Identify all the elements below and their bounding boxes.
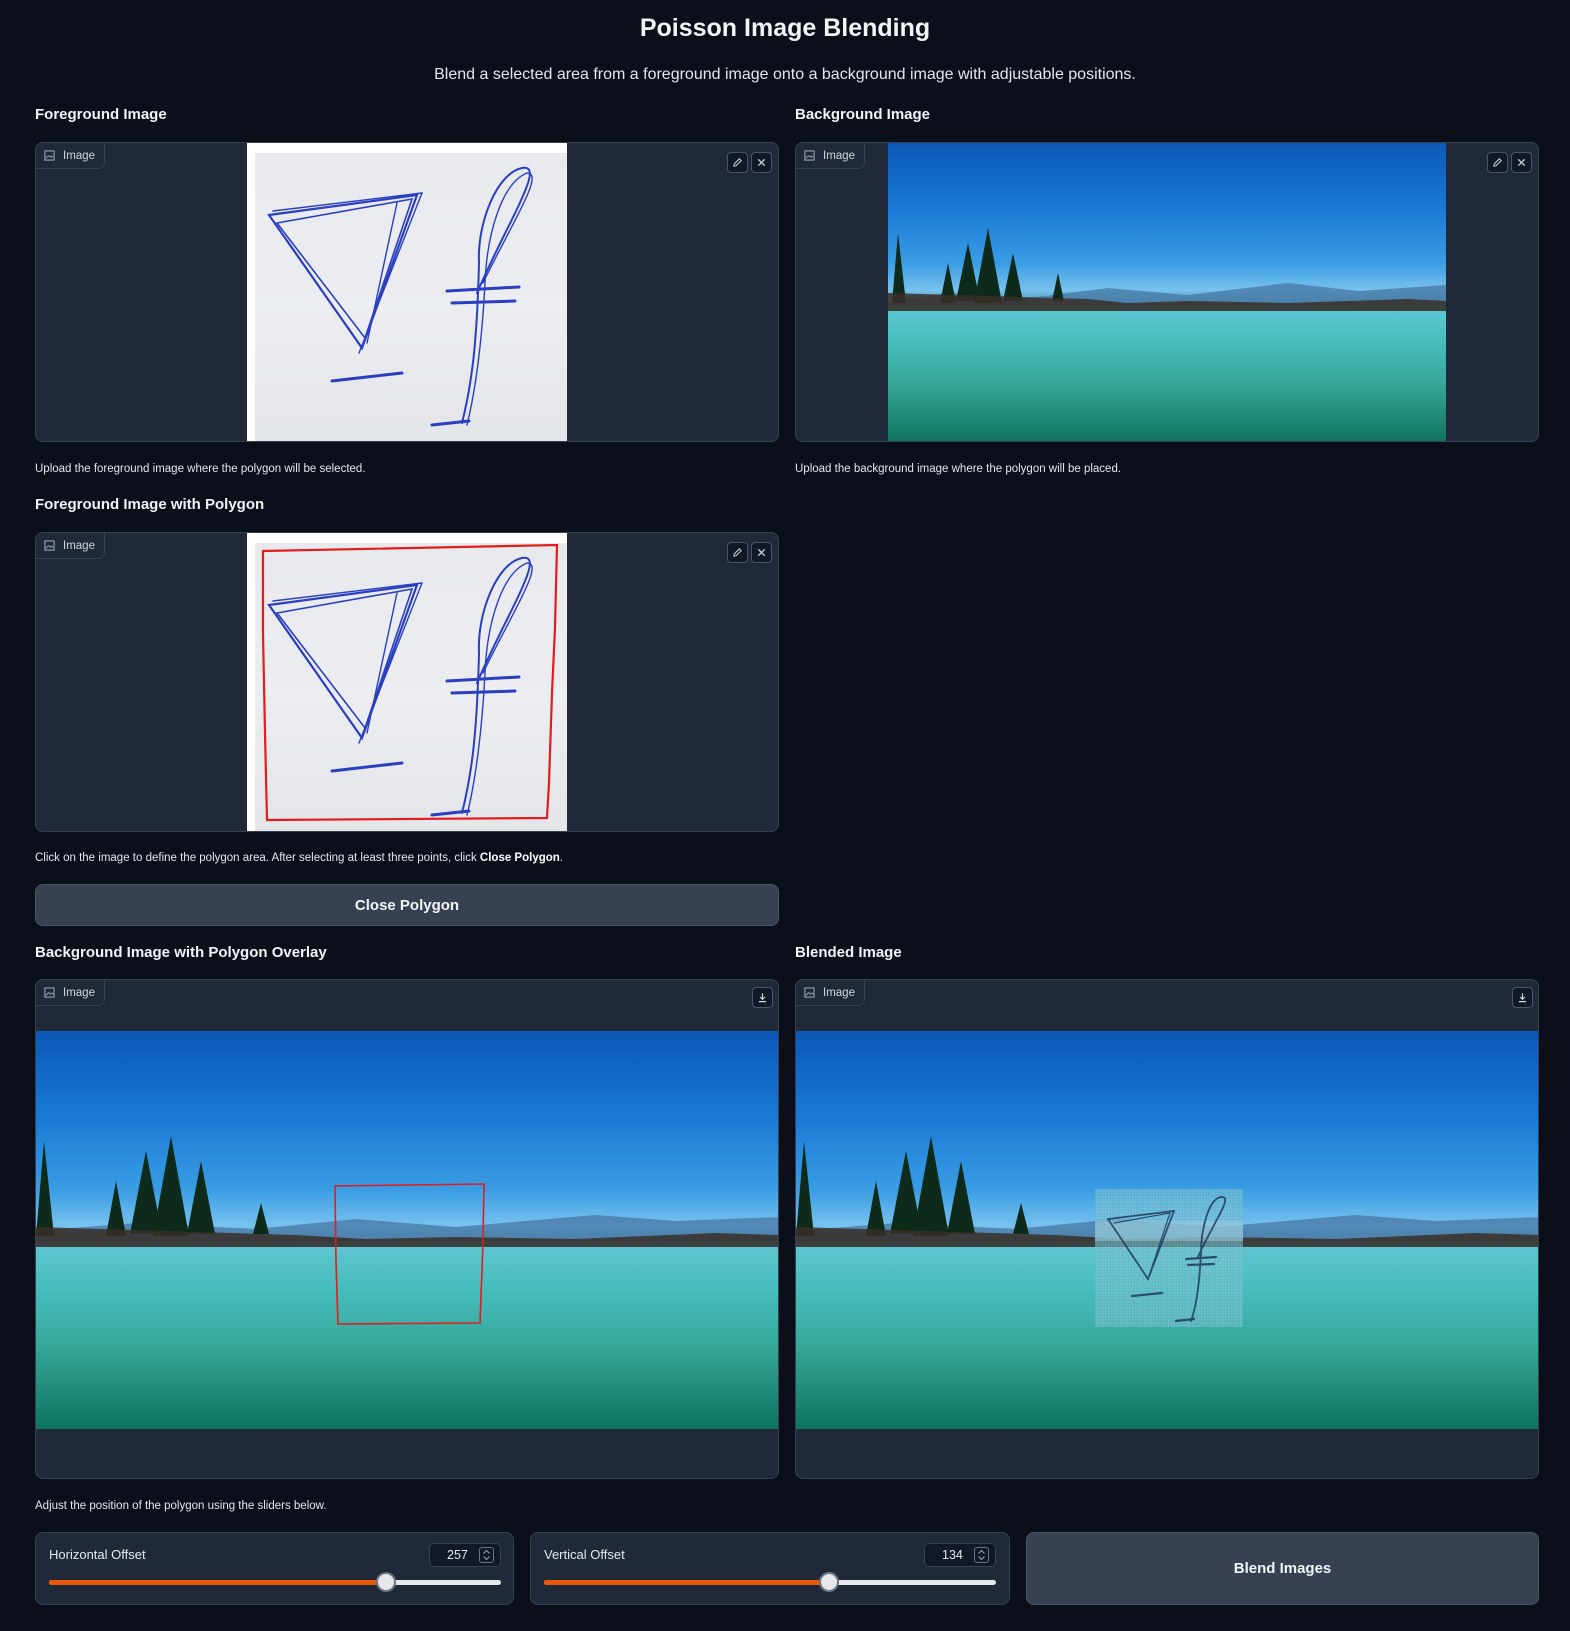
foreground-whiteboard-image[interactable] xyxy=(247,143,567,441)
horizontal-offset-input[interactable]: 257 xyxy=(429,1543,501,1567)
download-button[interactable] xyxy=(1512,987,1533,1008)
horizontal-offset-thumb[interactable] xyxy=(375,1572,396,1592)
polygon-hint-bold: Close Polygon xyxy=(479,852,560,864)
vertical-offset-slider-block: Vertical Offset 134 xyxy=(530,1532,1010,1605)
vertical-offset-value: 134 xyxy=(942,1548,963,1562)
polygon-hint: Click on the image to define the polygon… xyxy=(35,852,563,864)
page-title: Poisson Image Blending xyxy=(639,14,931,42)
lake-scene-with-overlay xyxy=(36,1136,778,1429)
edit-button[interactable] xyxy=(727,542,748,563)
foreground-badge-label: Image xyxy=(63,149,95,162)
edit-icon xyxy=(1493,158,1502,167)
blended-lake-image xyxy=(796,1031,1538,1429)
whiteboard-sketch xyxy=(247,143,567,441)
blend-images-button[interactable]: Blend Images xyxy=(1026,1532,1539,1605)
image-icon xyxy=(44,987,55,998)
overlay-image-badge: Image xyxy=(36,980,105,1006)
foreground-image-panel[interactable]: Image xyxy=(35,142,779,442)
clear-button[interactable] xyxy=(1511,152,1532,173)
polygon-hint-text: Click on the image to define the polygon… xyxy=(35,852,480,864)
background-badge-label: Image xyxy=(823,149,855,162)
close-icon xyxy=(757,158,766,167)
vertical-offset-thumb[interactable] xyxy=(818,1572,839,1592)
overlay-badge-label: Image xyxy=(63,986,95,999)
horizontal-offset-track[interactable] xyxy=(49,1572,501,1592)
blended-image-badge: Image xyxy=(796,980,865,1006)
blended-image-panel: Image xyxy=(795,979,1539,1479)
foreground-hint: Upload the foreground image where the po… xyxy=(35,463,366,475)
image-icon xyxy=(44,150,55,161)
spinner-arrows-icon[interactable] xyxy=(974,1547,989,1563)
horizontal-offset-label: Horizontal Offset xyxy=(49,1547,146,1562)
foreground-label: Foreground Image xyxy=(35,106,167,123)
blended-label: Blended Image xyxy=(795,944,902,961)
blended-badge-label: Image xyxy=(823,986,855,999)
clear-button[interactable] xyxy=(751,152,772,173)
download-button[interactable] xyxy=(752,987,773,1008)
vertical-offset-input[interactable]: 134 xyxy=(924,1543,996,1567)
vertical-offset-label: Vertical Offset xyxy=(544,1547,625,1562)
close-icon xyxy=(757,548,766,557)
close-icon xyxy=(1517,158,1526,167)
close-polygon-button[interactable]: Close Polygon xyxy=(35,884,779,926)
edit-button[interactable] xyxy=(1487,152,1508,173)
blended-patch xyxy=(1095,1189,1243,1327)
download-icon xyxy=(1518,993,1527,1003)
polygon-image-badge: Image xyxy=(36,533,105,559)
background-lake-image[interactable] xyxy=(888,143,1446,441)
background-image-badge: Image xyxy=(796,143,865,169)
polygon-badge-label: Image xyxy=(63,539,95,552)
edit-icon xyxy=(733,158,742,167)
overlay-label: Background Image with Polygon Overlay xyxy=(35,944,327,961)
polygon-whiteboard-image[interactable] xyxy=(247,533,567,831)
controls-hint: Adjust the position of the polygon using… xyxy=(35,1500,327,1512)
page-subtitle: Blend a selected area from a foreground … xyxy=(434,66,1136,83)
polygon-image-panel[interactable]: Image xyxy=(35,532,779,832)
vertical-offset-fill xyxy=(544,1580,829,1585)
image-icon xyxy=(804,150,815,161)
horizontal-offset-fill xyxy=(49,1580,386,1585)
edit-button[interactable] xyxy=(727,152,748,173)
image-icon xyxy=(44,540,55,551)
background-label: Background Image xyxy=(795,106,931,123)
background-image-panel[interactable]: Image xyxy=(795,142,1539,442)
spinner-arrows-icon[interactable] xyxy=(479,1547,494,1563)
foreground-image-badge: Image xyxy=(36,143,105,169)
horizontal-offset-value: 257 xyxy=(447,1548,468,1562)
polygon-hint-suffix: . xyxy=(559,852,563,864)
overlay-image-panel: Image xyxy=(35,979,779,1479)
vertical-offset-track[interactable] xyxy=(544,1572,996,1592)
lake-scene-blended xyxy=(796,1136,1538,1429)
edit-icon xyxy=(733,548,742,557)
horizontal-offset-slider-block: Horizontal Offset 257 xyxy=(35,1532,514,1605)
background-hint: Upload the background image where the po… xyxy=(795,463,1122,475)
lake-scene xyxy=(888,228,1446,441)
download-icon xyxy=(758,993,767,1003)
clear-button[interactable] xyxy=(751,542,772,563)
image-icon xyxy=(804,987,815,998)
whiteboard-sketch-with-polygon xyxy=(247,533,567,831)
polygon-label: Foreground Image with Polygon xyxy=(35,496,265,513)
overlay-lake-image xyxy=(36,1031,778,1429)
